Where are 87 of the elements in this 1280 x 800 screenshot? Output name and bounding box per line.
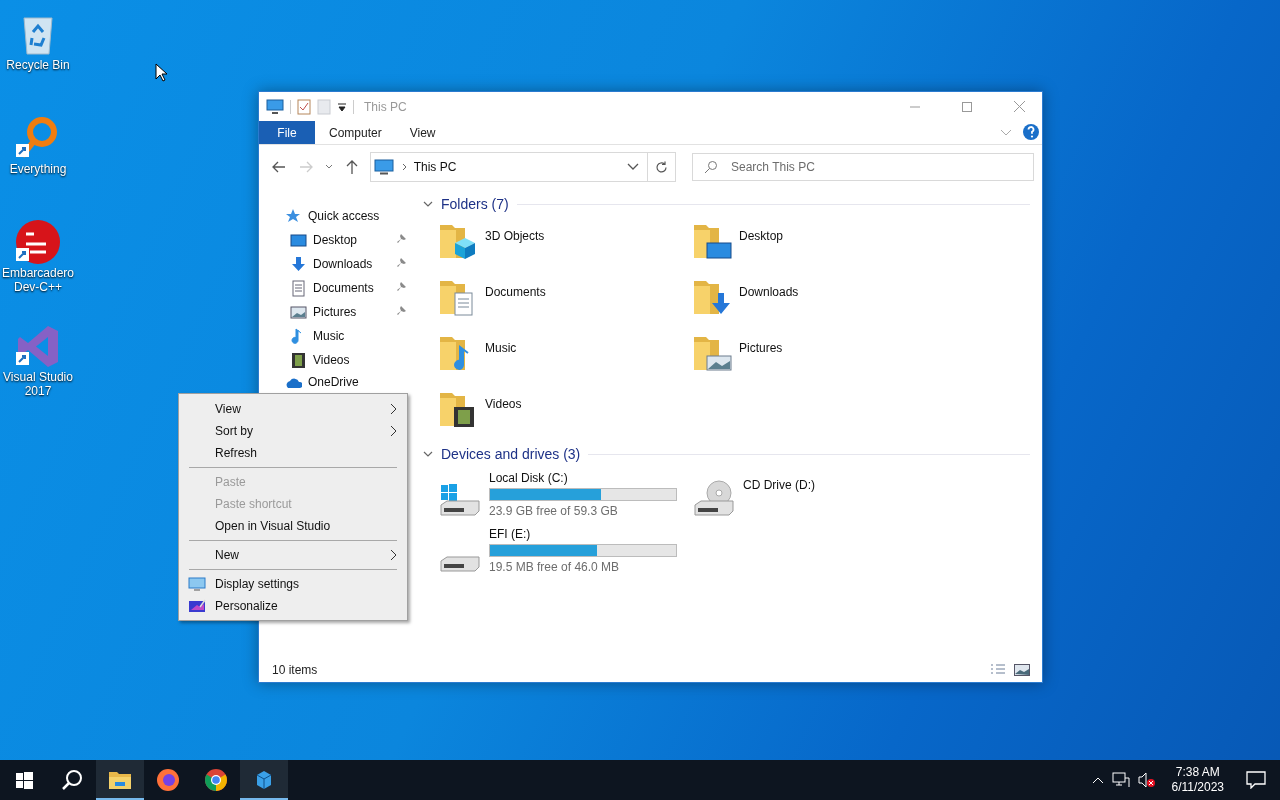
large-icons-view-icon[interactable] [1014, 664, 1030, 676]
folder-item[interactable]: Pictures [691, 331, 945, 387]
menu-item[interactable]: Open in Visual Studio [181, 515, 405, 537]
menu-item[interactable]: Sort by [181, 420, 405, 442]
back-arrow-icon [271, 161, 286, 173]
drive-item[interactable]: CD Drive (D:) [691, 469, 945, 525]
nav-item[interactable]: Pictures [259, 300, 409, 324]
pin-icon[interactable] [396, 282, 406, 292]
folder-item[interactable]: Music [437, 331, 691, 387]
nav-item[interactable]: OneDrive [259, 372, 409, 392]
clock[interactable]: 7:38 AM 6/11/2023 [1171, 765, 1224, 795]
ribbon-tab[interactable]: View [395, 121, 450, 144]
refresh-icon [655, 160, 668, 174]
menu-item[interactable]: Display settings [181, 573, 405, 595]
drive-name: EFI (E:) [489, 527, 532, 541]
up-arrow-icon [345, 160, 358, 174]
video-icon [290, 351, 307, 369]
desktop-icon-label[interactable]: Embarcadero Dev-C++ [1, 266, 75, 294]
address-bar[interactable]: This PC [369, 152, 676, 182]
taskbar-button[interactable] [96, 760, 144, 800]
free-space-text: 23.9 GB free of 59.3 GB [489, 504, 619, 518]
chevron-icon[interactable] [423, 199, 433, 209]
picture-icon [290, 303, 307, 321]
app-icon[interactable] [14, 218, 62, 266]
notifications-icon[interactable] [1246, 771, 1266, 789]
taskbar-button[interactable] [240, 760, 288, 800]
download-icon [290, 255, 307, 273]
folder-item[interactable]: Videos [437, 387, 691, 443]
ribbon-tab[interactable]: Computer [315, 121, 396, 144]
desktop-icon [290, 231, 307, 249]
breadcrumb-separator-icon [401, 163, 408, 171]
menu-item[interactable]: View [181, 398, 405, 420]
dropdown-icon[interactable] [337, 101, 347, 112]
section-title[interactable]: Devices and drives (3) [441, 446, 581, 462]
network-icon[interactable] [1111, 772, 1130, 788]
chevron-up-icon[interactable] [1091, 776, 1104, 784]
personalize-icon [188, 599, 206, 613]
nav-item[interactable]: Videos [259, 348, 409, 372]
menu-item[interactable]: New [181, 544, 405, 566]
star-icon [285, 207, 302, 225]
properties-icon[interactable] [297, 98, 311, 115]
folder-item[interactable]: Downloads [691, 275, 945, 331]
mouse-cursor-icon [155, 63, 167, 82]
search-icon [61, 769, 83, 791]
folder-icon [108, 770, 132, 790]
nav-item[interactable]: Downloads [259, 252, 409, 276]
folder-item[interactable]: Documents [437, 275, 691, 331]
document-icon [290, 279, 307, 297]
drive-name: Local Disk (C:) [489, 471, 569, 485]
menu-item[interactable]: Refresh [181, 442, 405, 464]
item-count: 10 items [272, 663, 319, 677]
computer-icon [266, 98, 284, 115]
address-text: This PC [413, 160, 458, 174]
windows-logo-icon [15, 771, 33, 789]
folder-item[interactable]: 3D Objects [437, 219, 691, 275]
maximize-icon [962, 101, 972, 112]
fox-globe-icon [156, 768, 180, 792]
close-icon [1013, 101, 1025, 112]
nav-item[interactable]: Music [259, 324, 409, 348]
drive-icon [437, 555, 483, 573]
search-icon [704, 160, 718, 174]
speaker-muted-icon[interactable] [1137, 772, 1156, 788]
nav-item[interactable]: Documents [259, 276, 409, 300]
forward-arrow-icon [299, 161, 314, 173]
pin-icon[interactable] [396, 306, 406, 316]
help-icon[interactable] [1022, 121, 1040, 143]
pin-icon[interactable] [396, 234, 406, 244]
section-title[interactable]: Folders (7) [441, 196, 509, 212]
caret-icon [325, 164, 334, 170]
desktop-icon-label[interactable]: Visual Studio 2017 [1, 370, 75, 398]
cd-drive-icon [691, 479, 737, 517]
computer-icon [373, 159, 394, 175]
nav-item[interactable]: Quick access [259, 204, 409, 228]
chrome-icon [204, 768, 228, 792]
pin-icon[interactable] [396, 258, 406, 268]
display-icon [188, 577, 206, 591]
search-field[interactable]: Search This PC [692, 153, 1034, 181]
file-menu-tab[interactable]: File [259, 121, 315, 144]
drive-item[interactable]: Local Disk (C:) 23.9 GB free of 59.3 GB [437, 469, 691, 525]
chevron-icon[interactable] [423, 449, 433, 459]
free-space-text: 19.5 MB free of 46.0 MB [489, 560, 621, 574]
nav-item[interactable]: Desktop [259, 228, 409, 252]
address-dropdown-icon[interactable] [627, 163, 639, 171]
drive-item[interactable]: EFI (E:) 19.5 MB free of 46.0 MB [437, 525, 691, 581]
window-title: This PC [364, 99, 408, 114]
menu-item[interactable]: Personalize [181, 595, 405, 617]
folder-item[interactable]: Desktop [691, 219, 945, 275]
